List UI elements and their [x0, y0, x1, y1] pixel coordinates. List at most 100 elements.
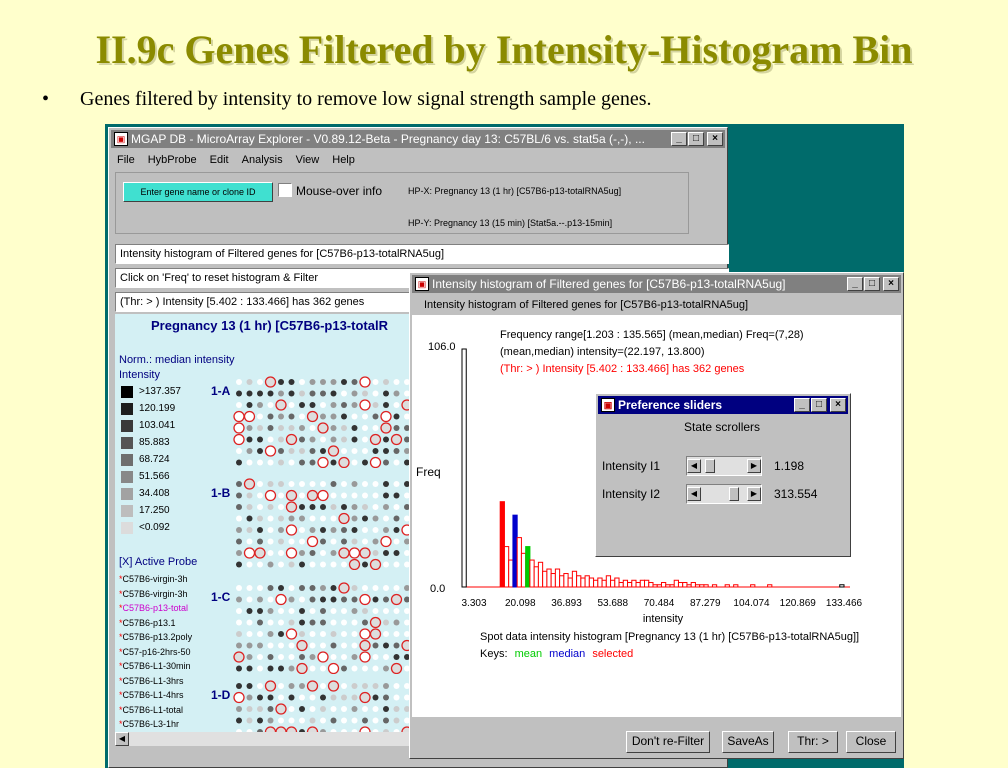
histogram-bar[interactable]: [635, 582, 641, 588]
menu-file[interactable]: File: [117, 154, 135, 166]
slider-left-icon[interactable]: ◀: [687, 459, 701, 473]
threshold-button[interactable]: Thr: >: [788, 731, 838, 753]
histogram-bar[interactable]: [750, 584, 756, 588]
histogram-bar[interactable]: [533, 566, 539, 588]
slider-thumb[interactable]: [729, 487, 740, 501]
maximize-icon[interactable]: □: [688, 132, 704, 146]
dont-refilter-button[interactable]: Don't re-Filter: [626, 731, 710, 753]
probe-item[interactable]: *C57B6-L3-1hr: [119, 719, 179, 729]
pref-window-titlebar[interactable]: ▣ Preference sliders _ □ ×: [598, 396, 848, 414]
histogram-bar[interactable]: [610, 579, 616, 588]
histogram-bar[interactable]: [559, 575, 565, 588]
histogram-bar[interactable]: [665, 584, 671, 588]
slider-right-icon[interactable]: ▶: [747, 459, 761, 473]
histogram-bar[interactable]: [503, 546, 510, 588]
histogram-bar[interactable]: [520, 552, 527, 588]
probe-item[interactable]: *C57B6-p13.2poly: [119, 632, 192, 642]
enter-gene-button[interactable]: Enter gene name or clone ID: [123, 182, 273, 202]
histogram-bar[interactable]: [605, 575, 612, 588]
close-icon[interactable]: ×: [883, 277, 899, 291]
histogram-bar[interactable]: [618, 582, 624, 588]
close-icon[interactable]: ×: [830, 398, 846, 412]
histogram-bar[interactable]: [711, 584, 718, 588]
histogram-bar[interactable]: [593, 579, 599, 588]
maximize-icon[interactable]: □: [864, 277, 880, 291]
histogram-bar[interactable]: [614, 577, 620, 588]
histogram-bar[interactable]: [554, 568, 561, 588]
close-button[interactable]: Close: [846, 731, 896, 753]
histogram-bar[interactable]: [699, 584, 705, 588]
histogram-bar[interactable]: [567, 577, 573, 588]
histogram-bar[interactable]: [839, 584, 845, 588]
slider-track[interactable]: ◀ ▶: [686, 456, 762, 476]
histogram-bar[interactable]: [542, 570, 548, 588]
histogram-bar[interactable]: [461, 348, 467, 588]
histogram-bar[interactable]: [571, 570, 578, 588]
histogram-bar[interactable]: [563, 573, 569, 588]
histogram-bar[interactable]: [588, 577, 595, 588]
histogram-bar[interactable]: [673, 579, 679, 588]
probe-item[interactable]: *C57B6-virgin-3h: [119, 589, 188, 599]
histogram-bar[interactable]: [767, 584, 773, 588]
menu-analysis[interactable]: Analysis: [242, 154, 283, 166]
histogram-window-titlebar[interactable]: ▣ Intensity histogram of Filtered genes …: [412, 275, 901, 293]
histogram-bar[interactable]: [576, 575, 582, 588]
histogram-bar[interactable]: [682, 582, 688, 588]
probe-item[interactable]: *C57B6-p13.1: [119, 618, 176, 628]
histogram-bar[interactable]: [529, 559, 535, 588]
histogram-bar[interactable]: [724, 584, 730, 588]
histogram-bar[interactable]: [656, 584, 662, 588]
histogram-bar[interactable]: [660, 582, 667, 588]
main-window-titlebar[interactable]: ▣ MGAP DB - MicroArray Explorer - V0.89.…: [111, 130, 725, 148]
probe-item[interactable]: *C57B6-p13-total: [119, 603, 188, 613]
probe-item[interactable]: *C57B6-L1-4hrs: [119, 690, 184, 700]
histogram-bar[interactable]: [580, 577, 586, 588]
slider-track[interactable]: ◀ ▶: [686, 484, 762, 504]
histogram-bar[interactable]: [622, 579, 629, 588]
slider-left-icon[interactable]: ◀: [687, 487, 701, 501]
histogram-bar[interactable]: [677, 582, 684, 588]
histogram-bar[interactable]: [584, 575, 590, 588]
mouseover-checkbox[interactable]: [278, 183, 292, 197]
histogram-bar[interactable]: [627, 582, 633, 588]
histogram-bar[interactable]: [703, 584, 709, 588]
histogram-bar[interactable]: [512, 514, 518, 588]
histogram-bar[interactable]: [694, 584, 701, 588]
histogram-bar[interactable]: [546, 568, 552, 588]
histogram-bar[interactable]: [631, 579, 637, 588]
menu-view[interactable]: View: [296, 154, 320, 166]
maximize-icon[interactable]: □: [811, 398, 827, 412]
save-as-button[interactable]: SaveAs: [722, 731, 774, 753]
histogram-bar[interactable]: [686, 584, 692, 588]
histogram-bar[interactable]: [516, 537, 522, 588]
menu-edit[interactable]: Edit: [210, 154, 229, 166]
histogram-bar[interactable]: [652, 584, 658, 588]
probe-item[interactable]: *C57B6-virgin-3h: [119, 574, 188, 584]
histogram-bar[interactable]: [499, 501, 505, 588]
slider-right-icon[interactable]: ▶: [747, 487, 761, 501]
slider-thumb[interactable]: [704, 459, 715, 473]
scroll-left-icon[interactable]: ◀: [115, 732, 129, 746]
close-icon[interactable]: ×: [707, 132, 723, 146]
histogram-bar[interactable]: [537, 561, 544, 588]
menu-help[interactable]: Help: [332, 154, 355, 166]
minimize-icon[interactable]: _: [847, 277, 863, 291]
histogram-bar[interactable]: [525, 546, 531, 588]
histogram-bar[interactable]: [669, 584, 675, 588]
histogram-bar[interactable]: [644, 579, 650, 588]
menu-hybprobe[interactable]: HybProbe: [148, 154, 197, 166]
probe-item[interactable]: *C57B6-L1-30min: [119, 661, 191, 671]
histogram-bar[interactable]: [508, 559, 514, 588]
histogram-bar[interactable]: [601, 579, 607, 588]
minimize-icon[interactable]: _: [671, 132, 687, 146]
histogram-bar[interactable]: [597, 577, 603, 588]
histogram-bar[interactable]: [550, 573, 556, 588]
probe-item[interactable]: *C57B6-L1-3hrs: [119, 676, 184, 686]
histogram-bar[interactable]: [648, 582, 654, 588]
histogram-bar[interactable]: [733, 584, 739, 588]
histogram-bar[interactable]: [639, 579, 646, 588]
minimize-icon[interactable]: _: [794, 398, 810, 412]
probe-item[interactable]: *C57-p16-2hrs-50: [119, 647, 191, 657]
probe-item[interactable]: *C57B6-L1-total: [119, 705, 183, 715]
histogram-bar[interactable]: [690, 582, 696, 588]
